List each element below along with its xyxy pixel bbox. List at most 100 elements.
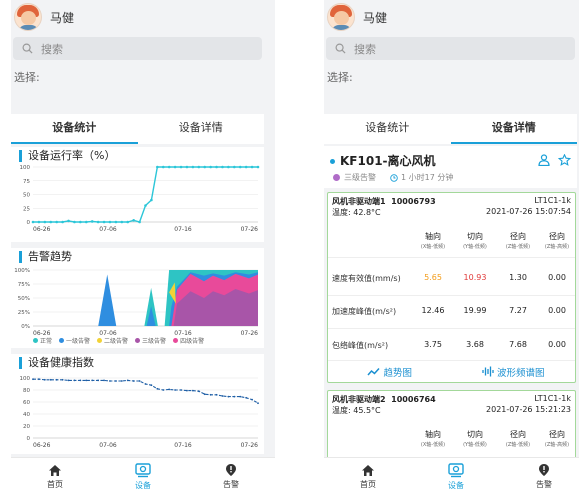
- data-point: [203, 165, 207, 169]
- alarm-level: 三级告警: [344, 173, 376, 182]
- search-input[interactable]: 搜索: [326, 37, 575, 60]
- waveform-button[interactable]: 波形频谱图: [452, 361, 576, 382]
- data-point: [61, 220, 64, 224]
- data-point: [85, 379, 88, 382]
- y-tick-label: 50%: [18, 296, 30, 302]
- search-placeholder: 搜索: [41, 42, 63, 56]
- y-tick-label: 0: [27, 220, 31, 226]
- legend-label: 正常: [40, 338, 53, 345]
- nav-alarm[interactable]: 告警: [187, 458, 275, 495]
- data-point: [102, 220, 106, 224]
- divider: [328, 257, 575, 258]
- data-point: [221, 165, 224, 169]
- data-point: [73, 379, 76, 382]
- measure-point-card[interactable]: 风机非驱动端1 10006793 LT1C1-1k 温度: 42.8°C 202…: [327, 192, 576, 383]
- series-line: [33, 378, 259, 404]
- tab-device-stats[interactable]: 设备统计: [11, 114, 138, 144]
- data-point: [32, 378, 34, 381]
- data-point: [79, 379, 82, 382]
- trend-button[interactable]: 趋势图: [328, 361, 452, 382]
- uptime-chart-card: 设备运行率（%） 0 25 50 75 100 06-26 07-06 07-16 07-26: [11, 147, 264, 242]
- data-point: [186, 389, 188, 392]
- tab-device-detail[interactable]: 设备详情: [138, 114, 265, 144]
- trend-icon: [367, 367, 381, 375]
- point-header: 风机非驱动端1 10006793 LT1C1-1k: [332, 196, 571, 207]
- data-point: [38, 378, 40, 381]
- data-point: [257, 402, 259, 405]
- data-point: [150, 384, 153, 387]
- point-time: 2021-07-26 15:21:23: [486, 405, 571, 414]
- y-tick-label: 20: [23, 424, 30, 430]
- search-icon: [22, 43, 33, 54]
- data-point: [103, 379, 105, 382]
- x-tick-label: 07-16: [174, 226, 192, 233]
- device-name: KF101-离心风机: [330, 152, 436, 169]
- nav-home[interactable]: 首页: [324, 458, 412, 495]
- avatar[interactable]: [327, 3, 355, 31]
- data-point: [61, 378, 64, 381]
- data-point: [55, 378, 58, 381]
- data-point: [173, 165, 177, 169]
- x-tick-label: 07-06: [99, 442, 117, 449]
- data-point: [245, 396, 248, 399]
- data-point: [126, 220, 130, 224]
- nav-home[interactable]: 首页: [11, 458, 99, 495]
- data-point: [132, 380, 135, 382]
- device-stats-screen: 马健 搜索 选择: 设备统计 设备详情 设备运行率（%） 0 25 50 75 100 0…: [11, 0, 275, 495]
- data-point: [209, 165, 212, 169]
- tab-device-detail[interactable]: 设备详情: [450, 114, 577, 144]
- device-name-text: KF101-离心风机: [340, 154, 436, 168]
- nav-alarm[interactable]: 告警: [500, 458, 579, 495]
- data-point: [114, 380, 117, 382]
- y-tick-label: 25%: [18, 310, 30, 316]
- y-tick-label: 0: [27, 436, 31, 442]
- device-detail-screen: 马健 搜索 选择: 设备统计 设备详情 KF101-离心风机 三级告警 1 小时…: [324, 0, 579, 495]
- point-temp: 温度: 45.5°C: [332, 406, 381, 415]
- nav-device[interactable]: 设备: [412, 458, 500, 495]
- data-point: [180, 389, 182, 391]
- legend-dot-icon: [173, 338, 179, 343]
- value-cell: 0.00: [548, 340, 566, 349]
- bottom-nav: 首页 设备 告警: [324, 457, 579, 495]
- legend-label: 二级告警: [104, 338, 129, 345]
- data-point: [233, 165, 236, 169]
- user-bar: 马健: [324, 0, 579, 34]
- legend-item[interactable]: 三级告警: [135, 336, 166, 345]
- data-point: [49, 220, 53, 224]
- nav-alarm-label: 告警: [223, 480, 239, 489]
- value-cell: 12.46: [421, 306, 445, 315]
- point-code: LT1C1-1k: [534, 196, 571, 205]
- col-head: 轴向 (X轴-低频): [420, 232, 446, 250]
- clock-icon: [390, 173, 398, 182]
- point-sub: 温度: 45.5°C 2021-07-26 15:21:23: [332, 405, 571, 416]
- divider: [328, 295, 575, 296]
- health-chart-card: 设备健康指数 0 20 40 60 80 100 06-26 07-06 07-16 07-26: [11, 354, 264, 454]
- data-point: [150, 198, 153, 202]
- data-point: [79, 220, 82, 224]
- user-name: 马健: [363, 10, 388, 25]
- y-tick-label: 40: [23, 412, 30, 418]
- status-dot-icon: [330, 159, 335, 164]
- legend-item[interactable]: 四级告警: [173, 336, 204, 345]
- tab-device-stats[interactable]: 设备统计: [324, 114, 451, 144]
- waveform-label: 波形频谱图: [496, 367, 545, 379]
- data-point: [209, 393, 212, 396]
- point-code: LT1C1-1k: [534, 394, 571, 403]
- legend-item[interactable]: 二级告警: [97, 336, 128, 345]
- user-icon[interactable]: [538, 154, 550, 166]
- legend-item[interactable]: 正常: [33, 336, 52, 345]
- select-label: 选择:: [14, 71, 40, 84]
- star-icon[interactable]: [558, 154, 571, 166]
- legend-label: 三级告警: [142, 338, 167, 345]
- search-input[interactable]: 搜索: [13, 37, 262, 60]
- legend-item[interactable]: 一级告警: [59, 336, 90, 345]
- data-point: [96, 220, 100, 224]
- data-point: [215, 165, 218, 169]
- x-tick-label: 06-26: [33, 442, 51, 449]
- legend-dot-icon: [33, 338, 38, 343]
- home-icon: [49, 464, 61, 476]
- nav-device[interactable]: 设备: [99, 458, 187, 495]
- data-point: [251, 398, 253, 401]
- avatar[interactable]: [14, 3, 42, 31]
- y-tick-label: 50: [23, 193, 30, 199]
